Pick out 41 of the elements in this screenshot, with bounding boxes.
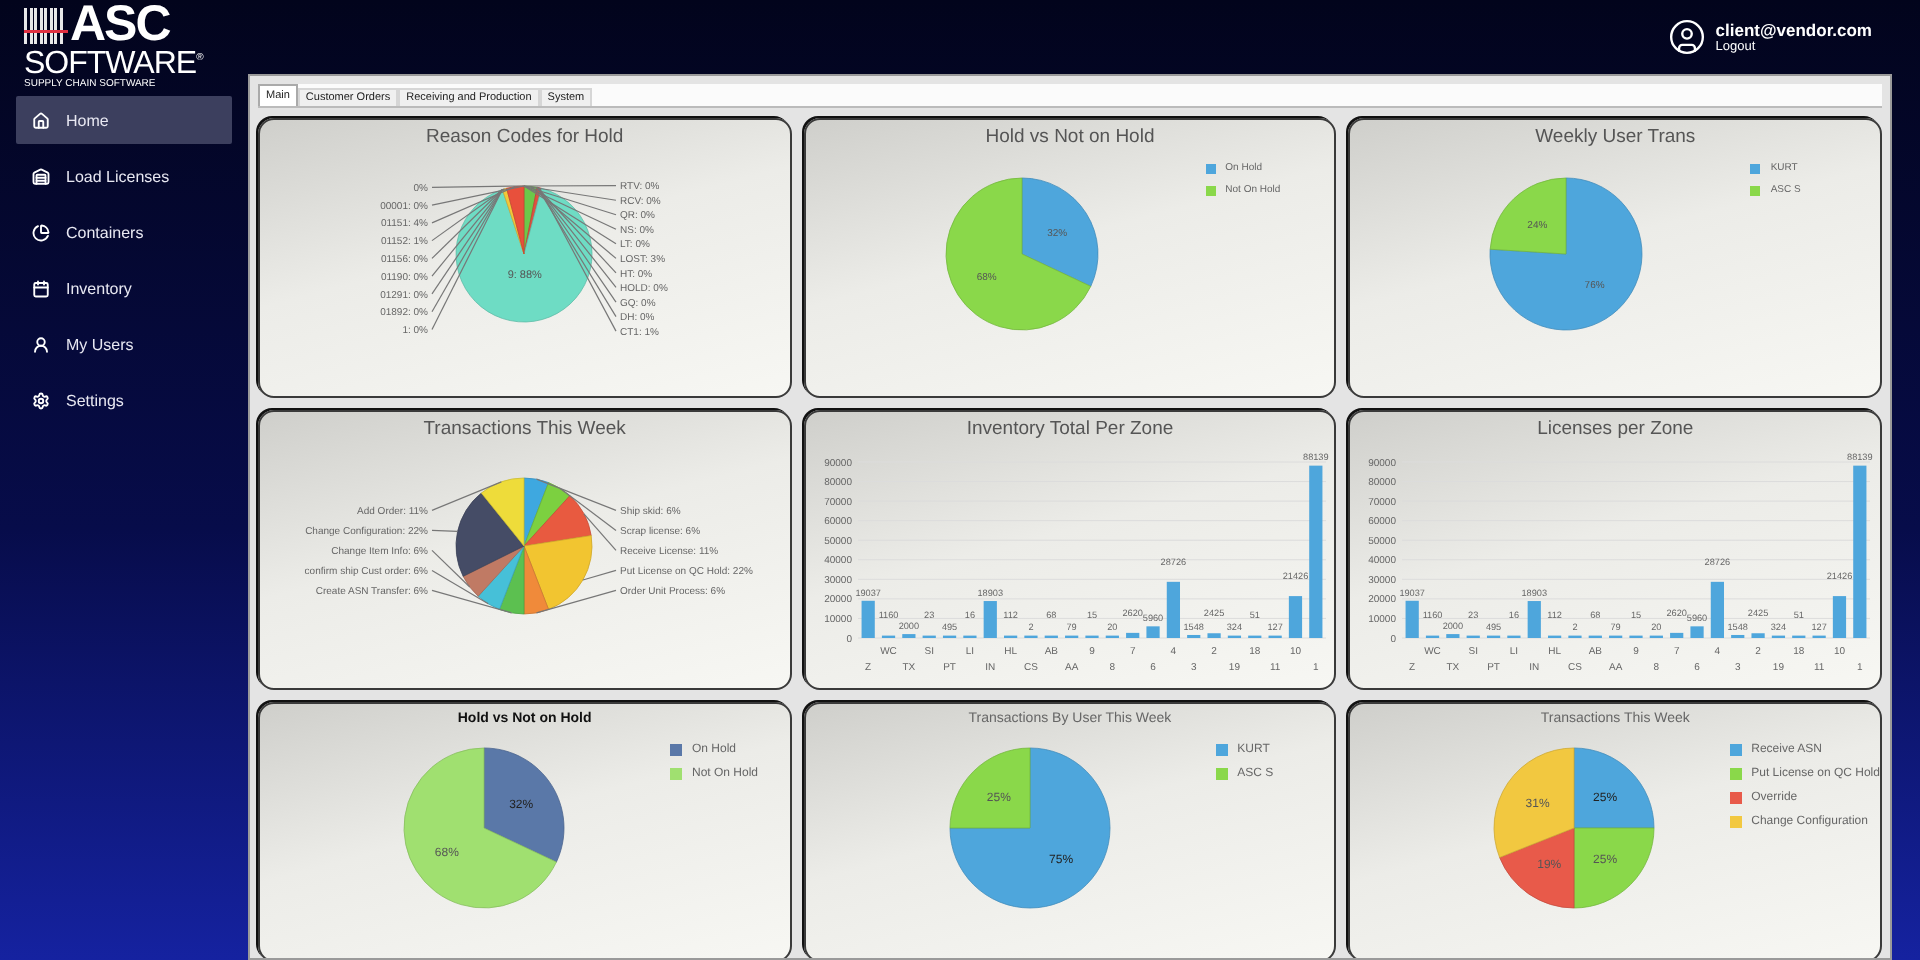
home-icon [32,111,50,129]
user-email: client@vendor.com [1715,20,1872,40]
bar [1528,601,1542,638]
leader-line [431,529,459,533]
bar [1711,581,1725,638]
bar [1166,581,1180,638]
nav-item[interactable]: Containers [16,208,232,256]
bar [1125,632,1139,638]
bar [1288,596,1302,638]
chart-title: Inventory Total Per Zone [964,416,1176,444]
nav-item[interactable]: Inventory [16,264,232,312]
bar [1406,600,1420,638]
nav-item[interactable]: Load Licenses [16,152,232,200]
user-avatar-icon[interactable] [1667,18,1706,56]
nav-item[interactable]: Home [16,96,232,144]
bar [1691,626,1705,638]
leader-line [535,589,617,614]
barcode-logo-icon [24,8,68,44]
logo-text: SOFTWARE$^{®}$ [24,44,206,79]
calendar-icon [32,279,50,297]
warehouse-icon [32,167,50,185]
nav-item[interactable]: Settings [16,376,232,424]
bar [1145,626,1159,638]
bar [860,600,875,638]
chart-title: Licenses per Zone [1535,416,1696,444]
bar [1833,596,1847,638]
settings-icon [32,391,50,409]
bar [982,601,997,638]
leader-line [431,481,502,511]
pie-chart-icon [32,223,50,241]
chart-title: Hold vs Not on Hold [983,124,1157,152]
leader-line [582,569,617,581]
chart-title: Reason Codes for Hold [423,124,626,152]
nav-item[interactable]: My Users [16,320,232,368]
user-icon [32,335,50,353]
chart-title: Weekly User Trans [1533,124,1698,152]
bar [1206,633,1220,638]
bar [1670,632,1684,638]
chart-title: Transactions This Week [421,416,628,444]
logo-name: ASC [70,4,170,44]
bar [1752,633,1766,638]
